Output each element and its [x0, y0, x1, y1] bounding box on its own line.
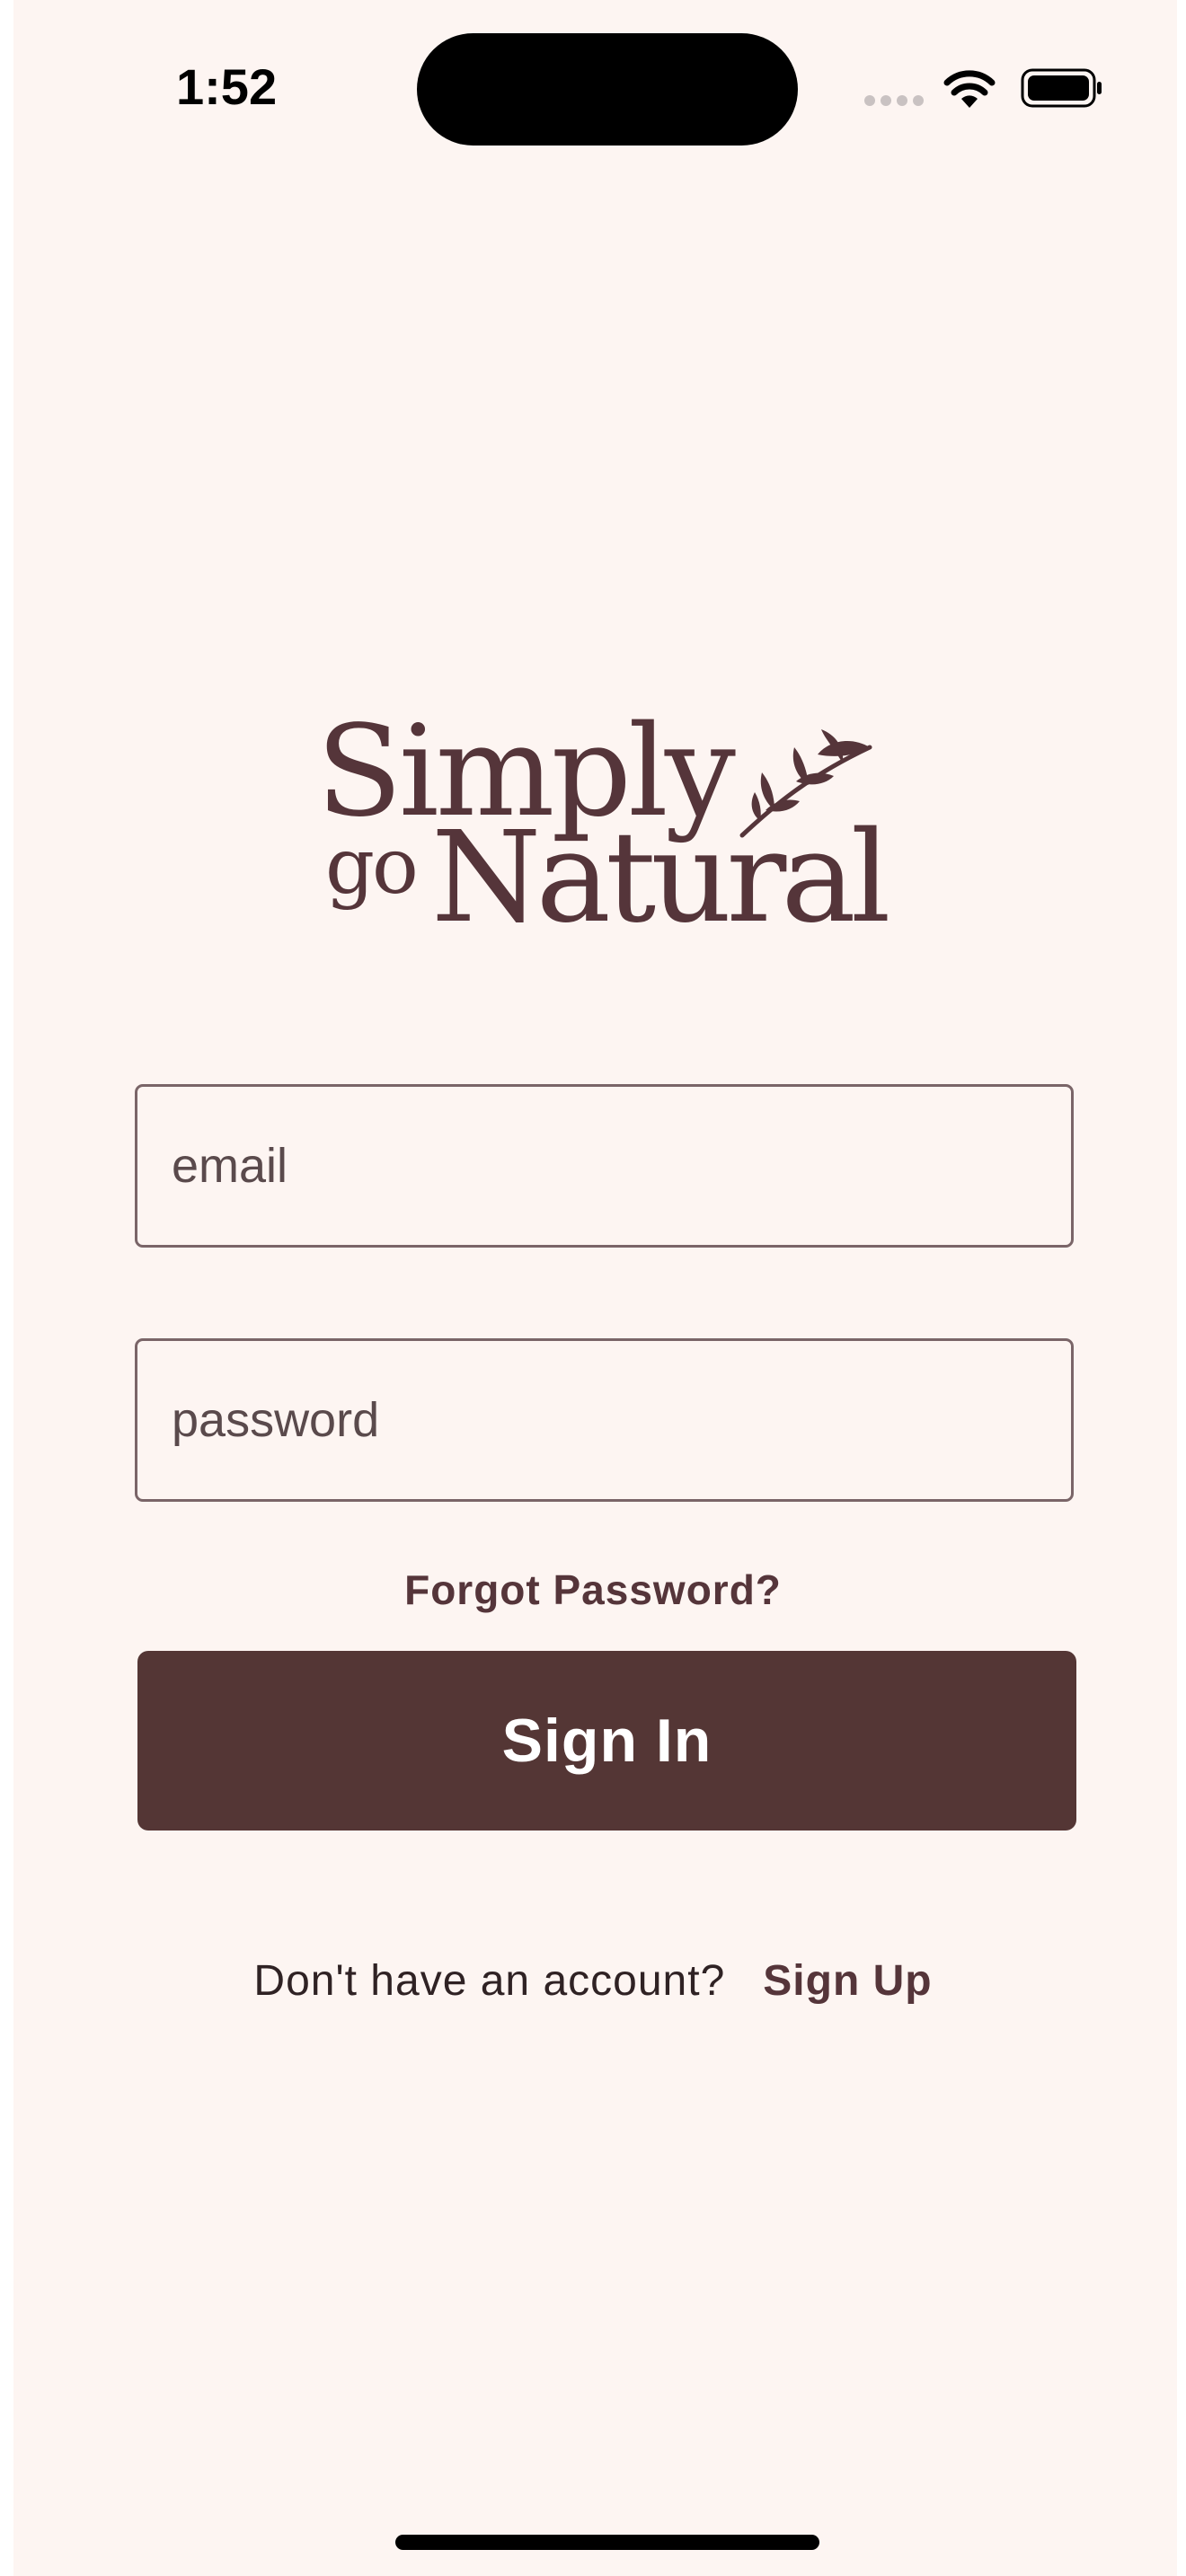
- leaf-sprig-icon: [739, 729, 872, 838]
- email-input[interactable]: [137, 1087, 1071, 1245]
- wifi-icon: [943, 70, 996, 108]
- dynamic-island: [417, 33, 798, 146]
- password-field[interactable]: [135, 1338, 1074, 1502]
- signup-row: Don't have an account? Sign Up: [0, 1945, 1186, 2016]
- signal-icon: [864, 95, 924, 106]
- battery-icon: [1021, 68, 1102, 108]
- status-time: 1:52: [176, 58, 278, 115]
- home-indicator[interactable]: [395, 2535, 819, 2550]
- password-input[interactable]: [137, 1341, 1071, 1499]
- signup-prompt: Don't have an account?: [253, 1956, 726, 2005]
- screen-edge-right: [1177, 0, 1186, 2576]
- sign-up-link[interactable]: Sign Up: [763, 1956, 932, 2006]
- sign-in-button[interactable]: Sign In: [137, 1651, 1076, 1831]
- screen-edge-left: [0, 0, 13, 2576]
- brand-logo: Simply go Natural: [305, 701, 907, 950]
- logo-text-go: go: [325, 822, 419, 912]
- email-field[interactable]: [135, 1084, 1074, 1248]
- forgot-password-link[interactable]: Forgot Password?: [0, 1558, 1186, 1621]
